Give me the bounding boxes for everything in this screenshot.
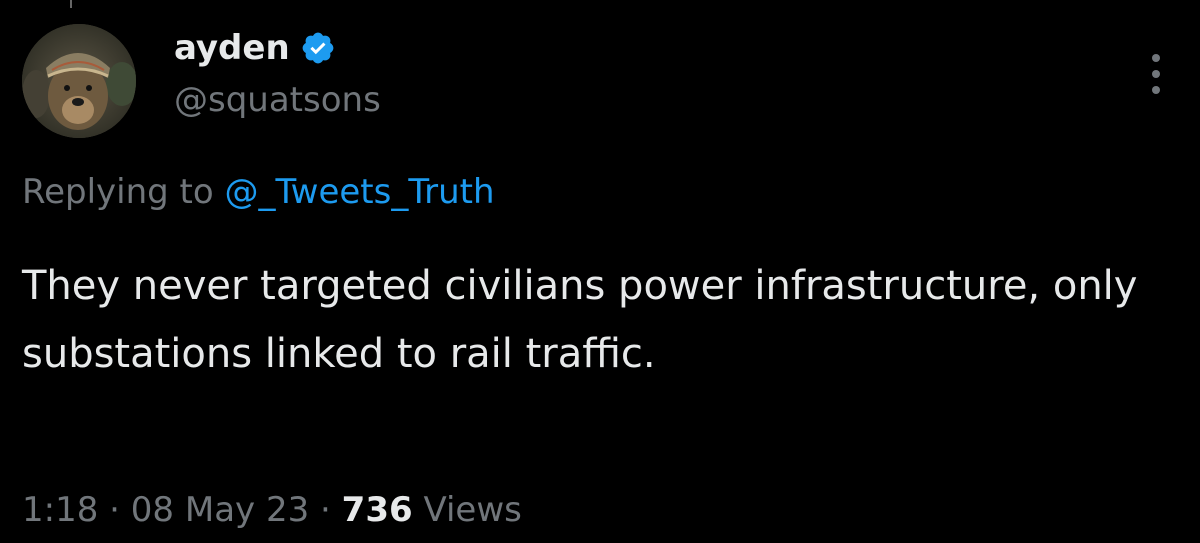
more-options-icon[interactable] <box>1136 44 1176 104</box>
author-handle[interactable]: @squatsons <box>174 78 381 122</box>
more-dot <box>1152 54 1160 62</box>
tweet-card: ayden @squatsons Replying to @_Tweets_Tr… <box>0 0 1200 543</box>
more-dot <box>1152 86 1160 94</box>
tweet-meta: 1:18 · 08 May 23 · 736 Views <box>22 486 522 534</box>
views-label: Views <box>412 490 522 530</box>
tweet-time[interactable]: 1:18 <box>22 490 98 530</box>
reply-mention-link[interactable]: @_Tweets_Truth <box>225 172 495 212</box>
display-name[interactable]: ayden <box>174 26 290 70</box>
replying-to-label: Replying to <box>22 172 225 212</box>
avatar-image <box>22 24 136 138</box>
views-count[interactable]: 736 <box>342 490 413 530</box>
tweet-date[interactable]: 08 May 23 <box>131 490 309 530</box>
verified-badge-icon <box>302 32 334 64</box>
avatar[interactable] <box>22 24 136 138</box>
author-name-row[interactable]: ayden <box>174 26 336 70</box>
meta-separator: · <box>309 490 342 530</box>
meta-separator: · <box>98 490 131 530</box>
tweet-text: They never targeted civilians power infr… <box>22 263 1138 377</box>
more-dot <box>1152 70 1160 78</box>
thread-connector-line <box>70 0 72 8</box>
replying-to-line: Replying to @_Tweets_Truth <box>22 168 495 216</box>
